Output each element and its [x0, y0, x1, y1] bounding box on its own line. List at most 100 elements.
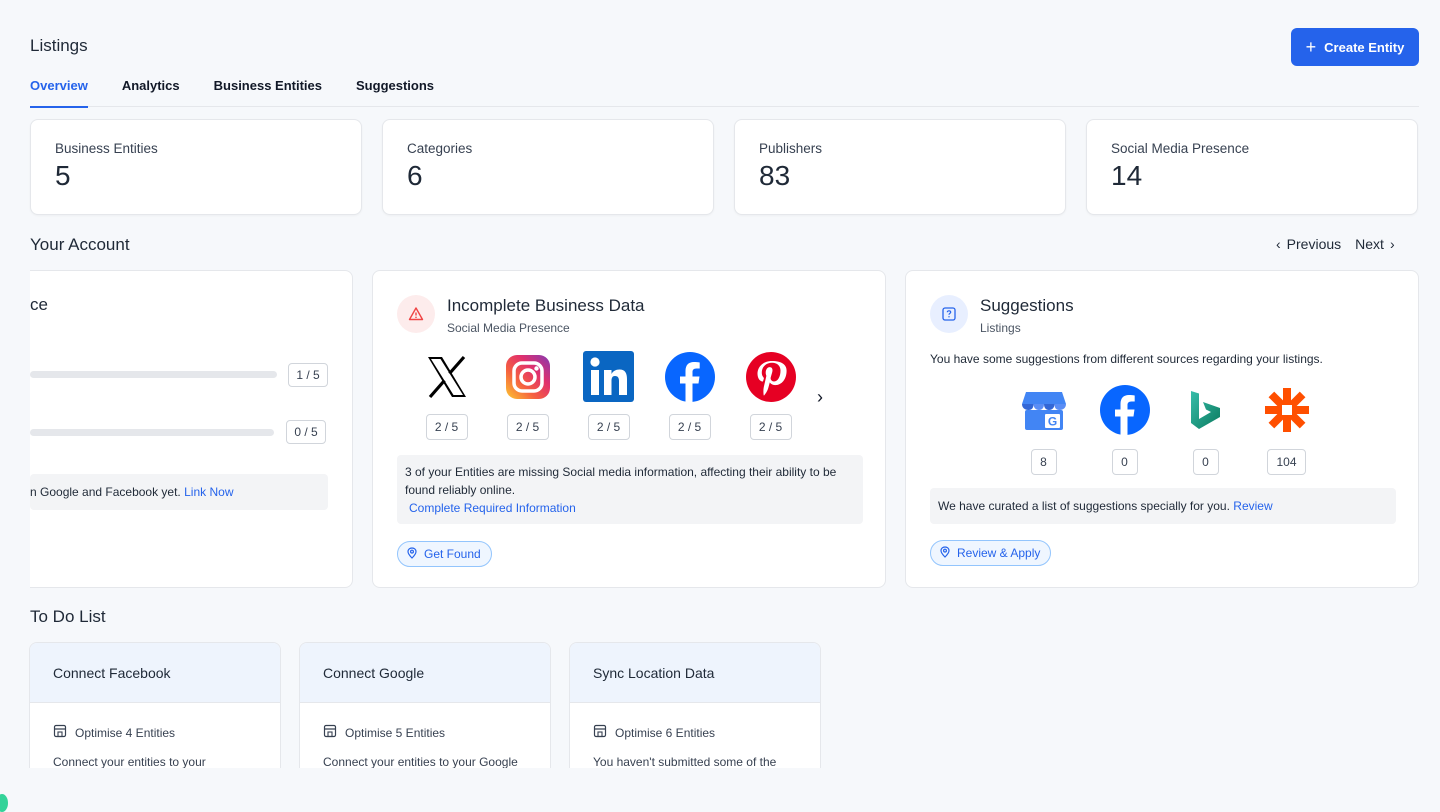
pinterest-logo-icon	[745, 351, 796, 402]
chat-widget-icon[interactable]	[0, 794, 8, 812]
todo-title: To Do List	[30, 607, 106, 626]
create-entity-label: Create Entity	[1324, 39, 1405, 55]
todo-card-connect-google[interactable]: Connect Google Optimise 5 Entities Conne…	[299, 642, 551, 768]
todo-card-sync-location-data[interactable]: Sync Location Data Optimise 6 Entities Y…	[569, 642, 821, 768]
stat-card-publishers: Publishers 83	[734, 119, 1066, 215]
todo-description: Connect your entities to your	[53, 755, 206, 768]
social-item-pinterest[interactable]: 2 / 5	[745, 351, 796, 440]
facebook-logo-icon	[1099, 384, 1150, 435]
page-title: Listings	[30, 36, 88, 55]
todo-card-connect-facebook[interactable]: Connect Facebook Optimise 4 Entities Con…	[29, 642, 281, 768]
get-found-label: Get Found	[424, 547, 481, 561]
progress-badge: 1 / 5	[288, 363, 328, 387]
google-business-logo-icon: G	[1018, 384, 1069, 435]
stat-value: 14	[1111, 160, 1143, 191]
suggestions-card: Suggestions Listings You have some sugge…	[905, 270, 1419, 588]
note-text: n Google and Facebook yet.	[30, 485, 181, 499]
review-link[interactable]: Review	[1233, 497, 1272, 515]
social-item-linkedin[interactable]: 2 / 5	[583, 351, 634, 440]
card-title: Incomplete Business Data	[447, 296, 645, 315]
suggestion-sources: G 8 0 0 104	[1018, 384, 1312, 475]
stat-value: 6	[407, 160, 423, 191]
social-item-facebook[interactable]: 2 / 5	[664, 351, 715, 440]
info-text: We have curated a list of suggestions sp…	[938, 499, 1230, 513]
todo-card-title: Connect Facebook	[30, 643, 280, 703]
account-card-partial: ce 1 / 5 0 / 5 n Google and Facebook yet…	[30, 270, 353, 588]
todo-description: You haven't submitted some of the	[593, 755, 777, 768]
next-label: Next	[1355, 236, 1384, 252]
tab-overview[interactable]: Overview	[30, 72, 88, 108]
review-apply-label: Review & Apply	[957, 546, 1041, 560]
count-badge: 2 / 5	[587, 414, 630, 440]
tab-business-entities[interactable]: Business Entities	[214, 72, 322, 107]
suggestions-text: You have some suggestions from different…	[930, 352, 1323, 366]
stat-label: Publishers	[759, 141, 823, 156]
chevron-right-icon[interactable]: ›	[817, 387, 823, 408]
carousel-pager: ‹ Previous Next ›	[1276, 236, 1395, 252]
card-title: ce	[30, 295, 48, 314]
stat-label: Business Entities	[55, 141, 158, 156]
location-pin-icon	[939, 545, 951, 561]
count-badge: 8	[1030, 449, 1057, 475]
your-account-title: Your Account	[30, 235, 130, 254]
todo-card-title: Sync Location Data	[570, 643, 820, 703]
facebook-logo-icon	[664, 351, 715, 402]
todo-meta: Optimise 4 Entities	[53, 724, 280, 741]
stat-label: Categories	[407, 141, 473, 156]
tab-analytics[interactable]: Analytics	[122, 72, 180, 107]
bing-logo-icon	[1180, 384, 1231, 435]
chevron-right-icon: ›	[1389, 236, 1395, 252]
progress-bar	[30, 429, 274, 436]
incomplete-business-data-card: Incomplete Business Data Social Media Pr…	[372, 270, 886, 588]
previous-button[interactable]: ‹ Previous	[1276, 236, 1341, 252]
location-pin-icon	[406, 546, 418, 562]
source-bing[interactable]: 0	[1180, 384, 1231, 475]
source-google-business[interactable]: G 8	[1018, 384, 1069, 475]
link-note: n Google and Facebook yet. Link Now	[30, 474, 328, 510]
plus-icon: +	[1305, 37, 1317, 57]
count-badge: 104	[1267, 449, 1306, 475]
review-apply-button[interactable]: Review & Apply	[930, 540, 1052, 566]
todo-card-title: Connect Google	[300, 643, 550, 703]
tab-suggestions[interactable]: Suggestions	[356, 72, 434, 107]
warning-icon	[397, 295, 435, 333]
card-subtitle: Social Media Presence	[447, 321, 570, 335]
stat-value: 83	[759, 160, 791, 191]
previous-label: Previous	[1286, 236, 1342, 252]
create-entity-button[interactable]: + Create Entity	[1291, 28, 1419, 66]
count-badge: 0	[1192, 449, 1219, 475]
count-badge: 2 / 5	[506, 414, 549, 440]
count-badge: 2 / 5	[668, 414, 711, 440]
card-title: Suggestions	[980, 296, 1074, 315]
count-badge: 2 / 5	[749, 414, 792, 440]
store-icon	[53, 724, 67, 741]
question-square-icon	[930, 295, 968, 333]
card-subtitle: Listings	[980, 321, 1021, 335]
todo-description: Connect your entities to your Google	[323, 755, 518, 768]
todo-meta-text: Optimise 6 Entities	[615, 725, 716, 740]
progress-badge: 0 / 5	[286, 420, 326, 444]
stat-label: Social Media Presence	[1111, 141, 1250, 156]
todo-meta-text: Optimise 4 Entities	[75, 725, 176, 740]
store-icon	[593, 724, 607, 741]
social-item-x[interactable]: 2 / 5	[421, 351, 472, 440]
todo-meta-text: Optimise 5 Entities	[345, 725, 446, 740]
count-badge: 0	[1111, 449, 1138, 475]
complete-required-information-link[interactable]: Complete Required Information	[409, 499, 855, 517]
social-item-instagram[interactable]: 2 / 5	[502, 351, 553, 440]
stat-card-business-entities: Business Entities 5	[30, 119, 362, 215]
store-icon	[323, 724, 337, 741]
todo-meta: Optimise 5 Entities	[323, 724, 550, 741]
next-button[interactable]: Next ›	[1355, 236, 1394, 252]
link-now-link[interactable]: Link Now	[184, 485, 233, 499]
svg-text:G: G	[1047, 414, 1056, 428]
source-zapier[interactable]: 104	[1261, 384, 1312, 475]
source-facebook[interactable]: 0	[1099, 384, 1150, 475]
zapier-logo-icon	[1261, 384, 1312, 435]
count-badge: 2 / 5	[425, 414, 468, 440]
curated-info-box: We have curated a list of suggestions sp…	[930, 488, 1396, 524]
social-list: 2 / 5 2 / 5 2 / 5 2 / 5 2 / 5	[421, 351, 796, 440]
chevron-left-icon: ‹	[1276, 236, 1281, 252]
get-found-button[interactable]: Get Found	[397, 541, 492, 567]
linkedin-logo-icon	[583, 351, 634, 402]
